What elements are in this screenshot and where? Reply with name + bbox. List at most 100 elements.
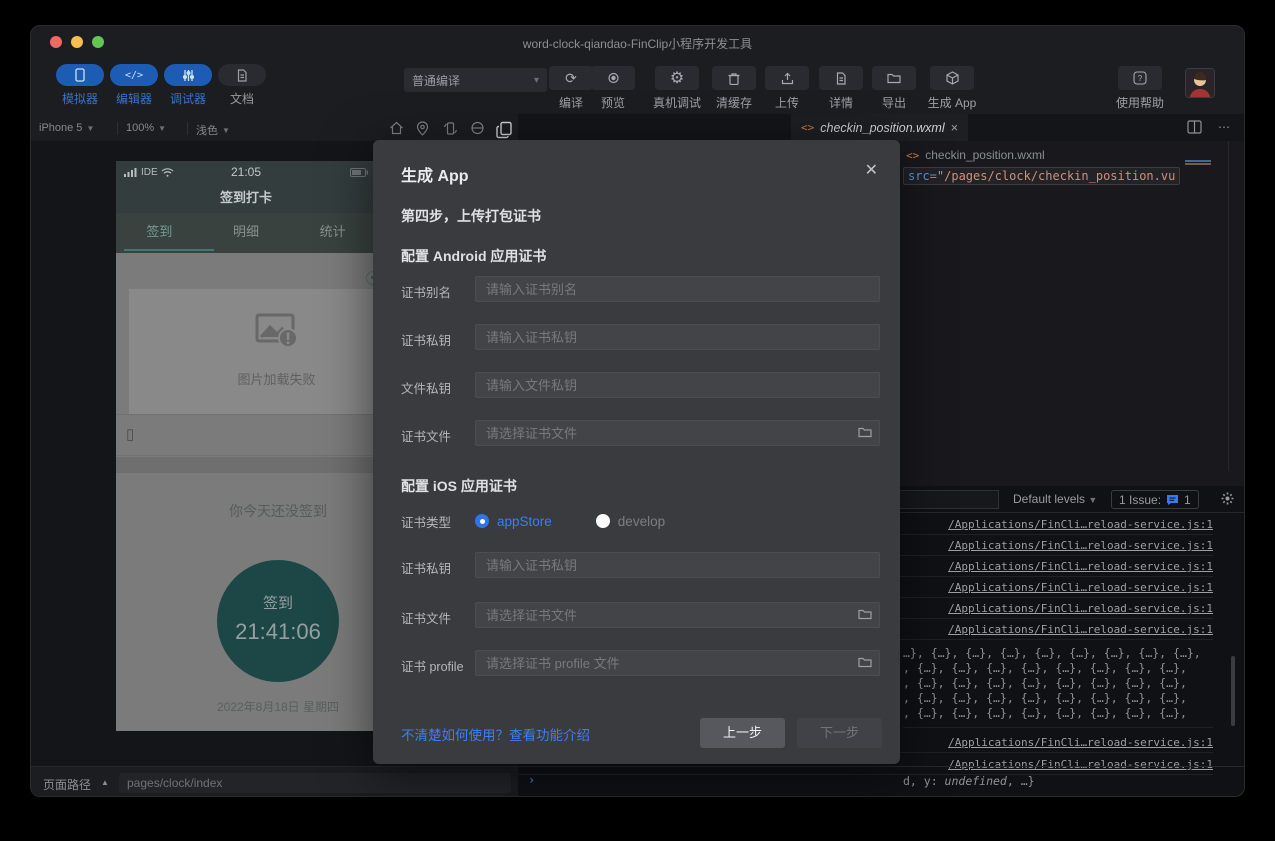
checkin-clock: 21:41:06 — [217, 619, 339, 645]
active-tab-underline — [124, 249, 214, 251]
status-time: 21:05 — [116, 165, 376, 179]
phone-tab-detail[interactable]: 明细 — [203, 213, 290, 253]
device-value: iPhone 5 — [39, 122, 82, 134]
field-label: 证书文件 — [401, 426, 451, 445]
phone-simulator: IDE 21:05 签到打卡 签到 明细 统计 图片加载失败 ▯ — [116, 161, 376, 731]
rotate-device-button[interactable] — [443, 121, 458, 136]
compile-mode-value: 普通编译 — [412, 72, 460, 89]
field-label: 证书私钥 — [401, 558, 451, 577]
console-object-output[interactable]: …}, {…}, {…}, {…}, {…}, {…}, {…}, {…}, {… — [903, 646, 1213, 728]
chevron-down-icon: ▼ — [1088, 495, 1097, 505]
console-settings-icon[interactable] — [1220, 491, 1235, 506]
network-condition-button[interactable] — [470, 121, 485, 135]
export-button[interactable]: 导出 — [864, 66, 924, 111]
android-section-title: 配置 Android 应用证书 — [401, 246, 546, 266]
console-scrollbar[interactable] — [1231, 656, 1235, 726]
export-label: 导出 — [864, 94, 924, 111]
radio-appstore-label[interactable]: appStore — [497, 514, 552, 529]
radio-develop-label[interactable]: develop — [618, 514, 665, 529]
chat-bubble-icon — [1166, 494, 1179, 506]
folder-icon[interactable] — [858, 656, 872, 668]
clear-cache-label: 清缓存 — [704, 94, 764, 111]
split-editor-icon[interactable] — [1187, 120, 1202, 134]
docs-view-button[interactable]: 文档 — [215, 64, 269, 107]
previous-step-button[interactable]: 上一步 — [700, 718, 785, 748]
ios-cert-key-row: 证书私钥 — [401, 552, 880, 578]
zoom-select[interactable]: 100% ▼ — [126, 122, 166, 134]
log-levels-select[interactable]: Default levels ▼ — [1013, 492, 1097, 506]
trash-icon — [728, 72, 740, 85]
minimap[interactable] — [1181, 141, 1229, 471]
details-button[interactable]: 详情 — [811, 66, 871, 111]
empty-text-row: ▯ — [116, 414, 376, 456]
upload-button[interactable]: 上传 — [757, 66, 817, 111]
device-select[interactable]: iPhone 5▼ — [39, 122, 94, 134]
editor-label: 编辑器 — [107, 90, 161, 107]
android-cert-key-row: 证书私钥 — [401, 324, 880, 350]
simulator-view-button[interactable]: 模拟器 — [53, 64, 107, 107]
issues-button[interactable]: 1 Issue: 1 — [1111, 490, 1199, 509]
ios-cert-file-input[interactable] — [475, 602, 880, 628]
chevron-down-icon: ▼ — [158, 124, 166, 133]
broken-image-text: 图片加载失败 — [129, 369, 376, 388]
folder-icon[interactable] — [858, 608, 872, 620]
caret-up-icon[interactable]: ▲ — [101, 778, 109, 787]
more-actions-icon[interactable]: ⋯ — [1218, 120, 1232, 134]
ios-cert-key-input[interactable] — [475, 552, 880, 578]
clear-cache-button[interactable]: 清缓存 — [704, 66, 764, 111]
zoom-value: 100% — [126, 122, 154, 134]
user-avatar[interactable] — [1185, 68, 1215, 98]
console-input-row[interactable]: › — [518, 766, 1245, 797]
ios-profile-input[interactable] — [475, 650, 880, 676]
help-link[interactable]: 不清楚如何使用？查看功能介绍 — [401, 724, 590, 744]
close-modal-icon[interactable]: ✕ — [865, 160, 878, 180]
home-button[interactable] — [389, 121, 404, 135]
copy-pages-button[interactable] — [496, 121, 513, 139]
editor-view-button[interactable]: </> 编辑器 — [107, 64, 161, 107]
tab-checkin-position-wxml[interactable]: <> checkin_position.wxml × — [791, 114, 968, 141]
refresh-icon: ⟳ — [565, 70, 577, 87]
issues-count: 1 — [1184, 493, 1191, 507]
preview-label: 预览 — [583, 94, 643, 111]
generate-app-label: 生成 App — [917, 94, 987, 111]
code-line[interactable]: src="/pages/clock/checkin_position.vu — [903, 167, 1180, 185]
generate-app-button[interactable]: 生成 App — [917, 66, 987, 111]
close-tab-icon[interactable]: × — [951, 120, 959, 135]
issues-label: 1 Issue: — [1119, 493, 1161, 507]
code-file-icon: <> — [906, 149, 919, 162]
radio-appstore[interactable] — [475, 514, 489, 528]
android-cert-alias-input[interactable] — [475, 276, 880, 302]
preview-button[interactable]: 预览 — [583, 66, 643, 111]
chevron-down-icon: ▾ — [534, 75, 539, 86]
compile-mode-select[interactable]: 普通编译 ▾ — [404, 68, 547, 92]
page-path-value[interactable]: pages/clock/index — [119, 773, 511, 793]
tab-name: checkin_position.wxml — [820, 121, 944, 135]
android-file-key-input[interactable] — [475, 372, 880, 398]
help-button[interactable]: ? 使用帮助 — [1105, 66, 1175, 111]
checkin-button[interactable]: 签到 21:41:06 — [217, 560, 339, 682]
field-label: 证书类型 — [401, 512, 475, 531]
android-cert-file-input[interactable] — [475, 420, 880, 446]
folder-icon — [887, 72, 901, 84]
radio-develop[interactable] — [596, 514, 610, 528]
code-string: "/pages/clock/checkin_position.vu — [937, 169, 1175, 183]
banner-card: 图片加载失败 — [129, 289, 376, 414]
phone-tab-checkin[interactable]: 签到 — [116, 213, 203, 253]
location-button[interactable] — [416, 121, 429, 136]
next-step-button[interactable]: 下一步 — [797, 718, 882, 748]
step-title: 第四步，上传打包证书 — [401, 206, 541, 226]
android-cert-key-input[interactable] — [475, 324, 880, 350]
theme-select[interactable]: 浅色▼ — [196, 122, 230, 138]
phone-tab-stats[interactable]: 统计 — [289, 213, 376, 253]
code-file-icon: <> — [801, 121, 814, 134]
remote-debug-button[interactable]: ⚙ 真机调试 — [647, 66, 707, 111]
question-icon: ? — [1133, 71, 1147, 85]
current-date: 2022年8月18日 星期四 — [116, 698, 376, 715]
chevron-down-icon: ▼ — [222, 126, 230, 135]
debugger-view-button[interactable]: 调试器 — [161, 64, 215, 107]
folder-icon[interactable] — [858, 426, 872, 438]
phone-header: IDE 21:05 签到打卡 — [116, 161, 376, 213]
android-cert-file-row: 证书文件 — [401, 420, 880, 446]
title-bar: word-clock-qiandao-FinClip小程序开发工具 — [31, 26, 1244, 58]
android-file-key-row: 文件私钥 — [401, 372, 880, 398]
